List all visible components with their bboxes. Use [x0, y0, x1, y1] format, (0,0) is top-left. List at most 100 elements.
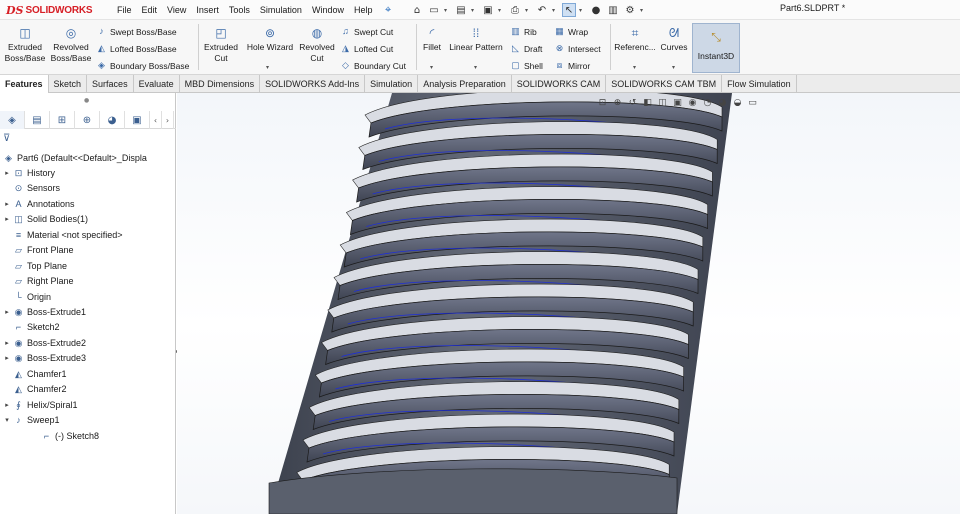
options-gear-icon[interactable]: ⚙	[623, 3, 637, 17]
menu-simulation[interactable]: Simulation	[255, 5, 307, 15]
tree-node[interactable]: ▾ ♪ Sweep1	[2, 413, 59, 428]
chevron-down-icon[interactable]: ▾	[552, 7, 559, 14]
tab-solidworks-cam[interactable]: SOLIDWORKS CAM	[512, 75, 607, 93]
edit-appearance-icon[interactable]: ◕	[717, 98, 728, 109]
new-document-icon[interactable]: ▭	[427, 3, 441, 17]
shell-button[interactable]: ▢ Shell	[510, 58, 543, 73]
tab-simulation[interactable]: Simulation	[365, 75, 419, 93]
display-manager-tab-icon[interactable]: ◕	[100, 111, 125, 129]
tree-node[interactable]: ◭ Chamfer2	[2, 382, 66, 397]
view-orientation-icon[interactable]: ▣	[672, 98, 683, 109]
undo-icon[interactable]: ↶	[535, 3, 549, 17]
save-icon[interactable]: ▣	[481, 3, 495, 17]
swept-boss-button[interactable]: ♪ Swept Boss/Base	[96, 24, 189, 39]
revolved-cut-button[interactable]: ◍ Revolved Cut	[298, 24, 336, 72]
tree-node[interactable]: ▸ A Annotations	[2, 196, 74, 211]
tab-surfaces[interactable]: Surfaces	[87, 75, 134, 93]
previous-view-icon[interactable]: ↺	[627, 98, 638, 109]
tree-node[interactable]: └ Origin	[2, 289, 51, 304]
graphics-area[interactable]: ⊡ ⊕ ↺ ◧ ◫ ▣ ◉ ◔ ◕ ◒ ▭	[177, 93, 960, 514]
tree-node[interactable]: ▸ ◫ Solid Bodies(1)	[2, 212, 88, 227]
tree-node[interactable]: ▸ ◉ Boss-Extrude1	[2, 305, 86, 320]
revolved-boss-button[interactable]: ◎ Revolved Boss/Base	[50, 24, 92, 72]
property-manager-tab-icon[interactable]: ▤	[25, 111, 50, 129]
draft-button[interactable]: ◺ Draft	[510, 41, 543, 56]
display-style-icon[interactable]: ◉	[687, 98, 698, 109]
tree-node[interactable]: ▱ Top Plane	[2, 258, 67, 273]
menu-help[interactable]: Help	[349, 5, 378, 15]
menu-view[interactable]: View	[162, 5, 191, 15]
tab-flow-simulation[interactable]: Flow Simulation	[722, 75, 797, 93]
rib-button[interactable]: ▥ Rib	[510, 24, 543, 39]
feature-tree-tab-icon[interactable]: ◈	[0, 111, 25, 129]
tab-solidworks-add-ins[interactable]: SOLIDWORKS Add-Ins	[260, 75, 366, 93]
chevron-right-icon[interactable]: ›	[162, 111, 174, 129]
tree-node[interactable]: ▱ Right Plane	[2, 274, 74, 289]
tree-node[interactable]: ≡ Material <not specified>	[2, 227, 123, 242]
dimxpert-tab-icon[interactable]: ⊕	[75, 111, 100, 129]
chevron-down-icon[interactable]: ▾	[579, 7, 586, 14]
rebuild-icon[interactable]: ●	[589, 3, 603, 17]
lofted-boss-button[interactable]: ◭ Lofted Boss/Base	[96, 41, 189, 56]
wrap-button[interactable]: ▦ Wrap	[554, 24, 601, 39]
lofted-cut-button[interactable]: ◮ Lofted Cut	[340, 41, 406, 56]
cam-tab-icon[interactable]: ▣	[125, 111, 150, 129]
tree-node[interactable]: ◭ Chamfer1	[2, 366, 66, 381]
swept-cut-button[interactable]: ♫ Swept Cut	[340, 24, 406, 39]
expand-arrow-icon[interactable]: ▸	[2, 169, 12, 177]
filter-icon[interactable]: ⊽	[3, 133, 10, 144]
view-settings-icon[interactable]: ▭	[747, 98, 758, 109]
chevron-down-icon[interactable]: ▾	[640, 7, 647, 14]
mirror-button[interactable]: ⧈ Mirror	[554, 58, 601, 73]
menu-edit[interactable]: Edit	[137, 5, 163, 15]
chevron-down-icon[interactable]: ▾	[498, 7, 505, 14]
expand-arrow-icon[interactable]: ▸	[2, 339, 12, 347]
collapse-arrow-icon[interactable]: ▾	[2, 416, 12, 424]
chevron-down-icon[interactable]: ▾	[471, 7, 478, 14]
chevron-left-icon[interactable]: ‹	[150, 111, 162, 129]
menu-file[interactable]: File	[112, 5, 137, 15]
hide-show-items-icon[interactable]: ◔	[702, 98, 713, 109]
menu-insert[interactable]: Insert	[191, 5, 224, 15]
expand-arrow-icon[interactable]: ▸	[2, 354, 12, 362]
open-folder-icon[interactable]: ▤	[454, 3, 468, 17]
tab-sketch[interactable]: Sketch	[49, 75, 88, 93]
instant3d-button[interactable]: ⤡ Instant3D	[692, 23, 740, 73]
hole-wizard-button[interactable]: ⊚ Hole Wizard	[244, 24, 296, 72]
home-icon[interactable]: ⌂	[410, 3, 424, 17]
expand-arrow-icon[interactable]: ▸	[2, 215, 12, 223]
expand-arrow-icon[interactable]: ▸	[2, 308, 12, 316]
chevron-down-icon[interactable]: ▾	[430, 64, 433, 71]
threaded-part-model[interactable]	[177, 93, 960, 514]
dynamic-annotation-icon[interactable]: ◫	[657, 98, 668, 109]
tree-node[interactable]: ▸ ◉ Boss-Extrude2	[2, 335, 86, 350]
menu-tools[interactable]: Tools	[224, 5, 255, 15]
chevron-down-icon[interactable]: ▾	[444, 7, 451, 14]
chevron-down-icon[interactable]: ▾	[266, 64, 269, 71]
file-properties-icon[interactable]: ▥	[606, 3, 620, 17]
solidworks-logo[interactable]: DS SOLIDWORKS	[6, 3, 93, 17]
chevron-down-icon[interactable]: ▾	[633, 64, 636, 71]
configuration-manager-tab-icon[interactable]: ⊞	[50, 111, 75, 129]
tree-node[interactable]: ▸ ∮ Helix/Spiral1	[2, 397, 77, 412]
panel-grip-icon[interactable]: ●	[84, 97, 89, 104]
tab-evaluate[interactable]: Evaluate	[134, 75, 180, 93]
boundary-boss-button[interactable]: ◈ Boundary Boss/Base	[96, 58, 189, 73]
tree-node[interactable]: ▸ ◉ Boss-Extrude3	[2, 351, 86, 366]
apply-scene-icon[interactable]: ◒	[732, 98, 743, 109]
tab-analysis-preparation[interactable]: Analysis Preparation	[418, 75, 512, 93]
chevron-down-icon[interactable]: ▾	[474, 64, 477, 71]
extruded-cut-button[interactable]: ◰ Extruded Cut	[202, 24, 240, 72]
chevron-down-icon[interactable]: ▾	[525, 7, 532, 14]
section-view-icon[interactable]: ◧	[642, 98, 653, 109]
tree-node[interactable]: ⌐ Sketch2	[2, 320, 60, 335]
tab-solidworks-cam-tbm[interactable]: SOLIDWORKS CAM TBM	[606, 75, 723, 93]
boundary-cut-button[interactable]: ◇ Boundary Cut	[340, 58, 406, 73]
tree-node[interactable]: ⌐ (-) Sketch8	[30, 428, 99, 443]
tab-mbd-dimensions[interactable]: MBD Dimensions	[180, 75, 261, 93]
zoom-to-fit-icon[interactable]: ⊡	[597, 98, 608, 109]
tree-node[interactable]: ▸ ⊡ History	[2, 165, 55, 180]
tab-features[interactable]: Features	[0, 75, 49, 93]
chevron-down-icon[interactable]: ▾	[672, 64, 675, 71]
print-icon[interactable]: ⎙	[508, 3, 522, 17]
